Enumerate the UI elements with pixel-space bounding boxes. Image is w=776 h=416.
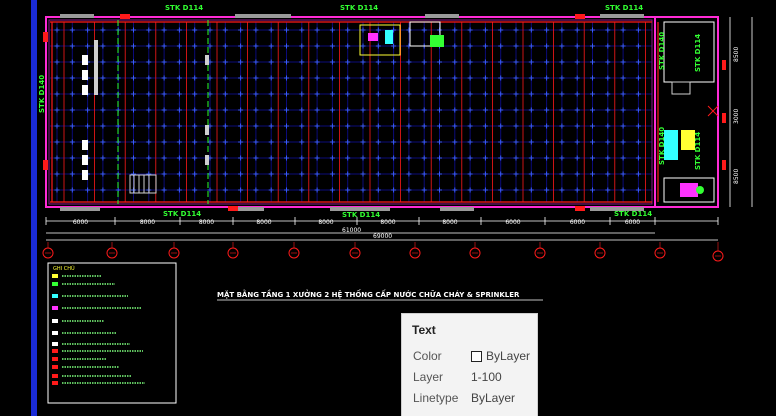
cad-drawing-canvas[interactable]: STK D114 STK D114 STK D114 STK D114 STK … <box>0 0 776 416</box>
prop-label-layer: Layer <box>413 370 444 384</box>
bay-dimension-label: 6000 <box>73 219 88 226</box>
prop-value-color: ByLayer <box>471 349 530 363</box>
bay-dimension-label: 6000 <box>570 219 585 226</box>
pipe-label-right-1: STK D140 <box>658 32 666 70</box>
pipe-label-right-4: STK D114 <box>694 132 702 170</box>
right-dimensions: 8500 3000 8500 <box>733 47 740 184</box>
bay-dimension-label: 8000 <box>199 219 214 226</box>
interior-details <box>82 20 726 204</box>
color-swatch-icon <box>471 350 482 362</box>
prop-label-color: Color <box>413 349 442 363</box>
bay-dimension-label: 8000 <box>380 219 395 226</box>
legend-heading: GHI CHÚ <box>53 265 75 272</box>
bay-dimension-label: 8000 <box>318 219 333 226</box>
cad-viewport[interactable]: STK D114 STK D114 STK D114 STK D114 STK … <box>0 0 776 416</box>
right-dim-2: 3000 <box>733 109 740 124</box>
bay-dimensions: 6000 8000 8000 8000 8000 8000 8000 6000 6000 6000 <box>45 217 719 226</box>
properties-tooltip: Text Color ByLayer Layer 1-100 Linetype … <box>401 313 538 416</box>
pipe-label-top3: STK D114 <box>605 4 643 12</box>
pipe-label-top1: STK D114 <box>165 4 203 12</box>
prop-value-linetype: ByLayer <box>471 391 516 405</box>
overall-dimension-2: 69000 <box>373 233 392 240</box>
window-bars <box>60 14 644 211</box>
pipe-label-right-2: STK D114 <box>694 34 702 72</box>
pipe-label-right-3: STK D140 <box>658 127 666 165</box>
bay-dimension-label: 6000 <box>505 219 520 226</box>
hose-cabinets <box>43 14 585 211</box>
pipe-label-bottom3: STK D114 <box>614 210 652 218</box>
bay-dimension-label: 6000 <box>625 219 640 226</box>
pipe-label-bottom1: STK D114 <box>163 210 201 218</box>
bay-dimension-label: 8000 <box>442 219 457 226</box>
prop-value-layer: 1-100 <box>471 370 502 384</box>
drawing-title: MẶT BẰNG TẦNG 1 XƯỞNG 2 HỆ THỐNG CẤP NƯỚ… <box>217 289 520 299</box>
grid-axis-markers <box>42 242 724 262</box>
right-dim-1: 8500 <box>733 47 740 62</box>
pipe-label-left: STK D140 <box>38 75 46 113</box>
pipe-label-top2: STK D114 <box>340 4 378 12</box>
prop-label-linetype: Linetype <box>413 391 459 405</box>
bay-dimension-label: 8000 <box>140 219 155 226</box>
legend-entries <box>52 274 145 385</box>
left-edge-bar <box>31 0 37 416</box>
pipe-label-bottom2: STK D114 <box>342 211 380 219</box>
prop-value-color-text: ByLayer <box>486 349 531 363</box>
right-dim-3: 8500 <box>733 169 740 184</box>
properties-title: Text <box>412 323 436 337</box>
bay-dimension-label: 8000 <box>256 219 271 226</box>
overall-dimension-1: 61000 <box>342 227 361 234</box>
